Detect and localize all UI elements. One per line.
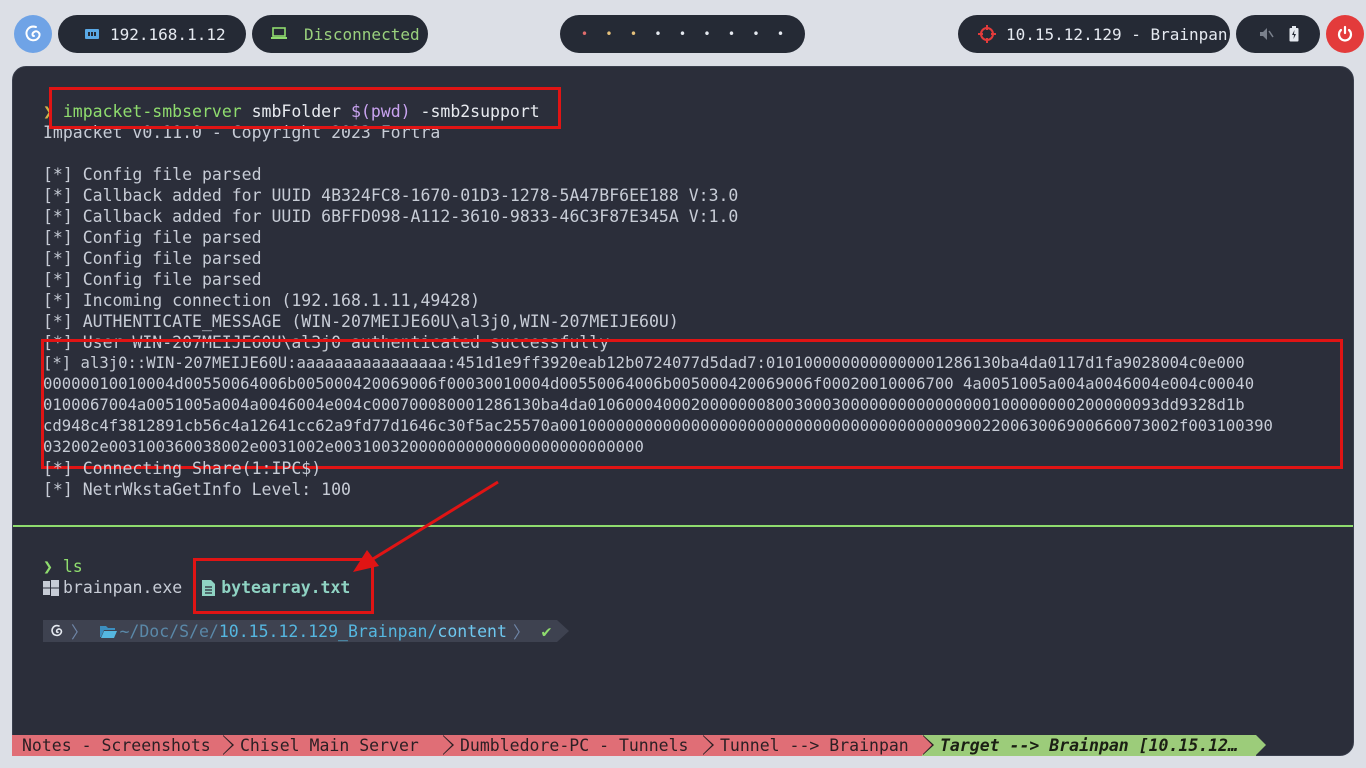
workspace-dot-7[interactable]: • [719, 28, 744, 40]
log-line: [*] Config file parsed [43, 228, 262, 247]
crosshair-icon [978, 25, 996, 43]
log-line: [*] Config file parsed [43, 249, 262, 268]
check-icon: ✔ [541, 621, 552, 641]
prompt-path-segment: ~/Doc/S/e/10.15.12.129_Brainpan/content … [93, 620, 536, 642]
log-line: [*] AUTHENTICATE_MESSAGE (WIN-207MEIJE60… [43, 312, 679, 331]
workspace-dot-5[interactable]: • [670, 28, 695, 40]
vpn-status-indicator[interactable]: Disconnected [252, 15, 428, 53]
prompt-symbol: ❯ [43, 557, 53, 576]
log-line: [*] Connecting Share(1:IPC$) [43, 459, 322, 478]
workspace-dot-6[interactable]: • [695, 28, 720, 40]
workspace-dot-4[interactable]: • [646, 28, 671, 40]
power-button[interactable] [1326, 15, 1364, 53]
log-line: [*] Callback added for UUID 4B324FC8-167… [43, 186, 739, 205]
annotation-arrow [353, 480, 499, 572]
shell-prompt: 〉 ~/Doc/S/e/10.15.12.129_Brainpan/conten… [43, 620, 570, 642]
workspace-dot-8[interactable]: • [744, 28, 769, 40]
folder-open-icon [99, 624, 117, 638]
workspace-dot-1[interactable]: • [572, 28, 597, 40]
terminal-window[interactable]: ❯ impacket-smbserver smbFolder $(pwd) -s… [12, 66, 1354, 756]
vpn-status-label: Disconnected [304, 24, 420, 44]
log-line: [*] Incoming connection (192.168.1.11,49… [43, 291, 481, 310]
prompt-path-home: ~/Doc/S/e/ [119, 621, 219, 641]
prompt-os-segment: 〉 [43, 620, 94, 642]
menu-launcher-button[interactable] [14, 15, 52, 53]
log-line: [*] NetrWkstaGetInfo Level: 100 [43, 480, 351, 499]
file-brainpan-exe[interactable]: brainpan.exe [63, 577, 182, 598]
hash-highlight-box [41, 339, 1343, 469]
workspace-dot-9[interactable]: • [768, 28, 793, 40]
ls-command-line: ❯ ls [43, 556, 83, 577]
log-line: [*] Config file parsed [43, 165, 262, 184]
tab-dumbledore-tunnels[interactable]: Dumbledore-PC - Tunnels [442, 735, 714, 756]
volume-muted-icon[interactable] [1258, 26, 1274, 42]
target-indicator[interactable]: 10.15.12.129 - Brainpan [958, 15, 1230, 53]
tmux-tab-bar: Notes - Screenshots Chisel Main Server D… [12, 735, 1266, 756]
local-ip-indicator[interactable]: 192.168.1.12 [58, 15, 246, 53]
system-tray[interactable] [1236, 15, 1320, 53]
prompt-path-dir: 10.15.12.129_Brainpan/ [218, 621, 438, 641]
windows-icon [43, 579, 59, 596]
local-ip-label: 192.168.1.12 [110, 24, 226, 44]
prompt-path-leaf: content [437, 621, 507, 641]
debian-logo-icon [49, 623, 65, 639]
network-icon [84, 26, 100, 42]
tab-notes-screenshots[interactable]: Notes - Screenshots [12, 735, 234, 756]
tab-tunnel-brainpan[interactable]: Tunnel --> Brainpan [702, 735, 934, 756]
workspace-dot-2[interactable]: • [597, 28, 622, 40]
tab-chisel-main-server[interactable]: Chisel Main Server [222, 735, 454, 756]
log-line: [*] Callback added for UUID 6BFFD098-A11… [43, 207, 739, 226]
prompt-status-segment: ✔ [535, 620, 558, 642]
ls-command: ls [62, 557, 83, 576]
log-line: [*] Config file parsed [43, 270, 262, 289]
powerline-end-icon [557, 620, 570, 642]
tab-target-brainpan[interactable]: Target --> Brainpan [10.15.12… [922, 735, 1266, 756]
debian-logo-icon [22, 23, 44, 45]
laptop-icon [270, 27, 288, 41]
pane-divider[interactable] [13, 525, 1353, 527]
workspace-switcher[interactable]: • • • • • • • • • [560, 15, 805, 53]
command-highlight-box [49, 87, 561, 129]
workspace-dot-3[interactable]: • [621, 28, 646, 40]
power-icon [1336, 25, 1354, 43]
target-label: 10.15.12.129 - Brainpan [1006, 24, 1228, 44]
battery-icon[interactable] [1289, 26, 1299, 42]
